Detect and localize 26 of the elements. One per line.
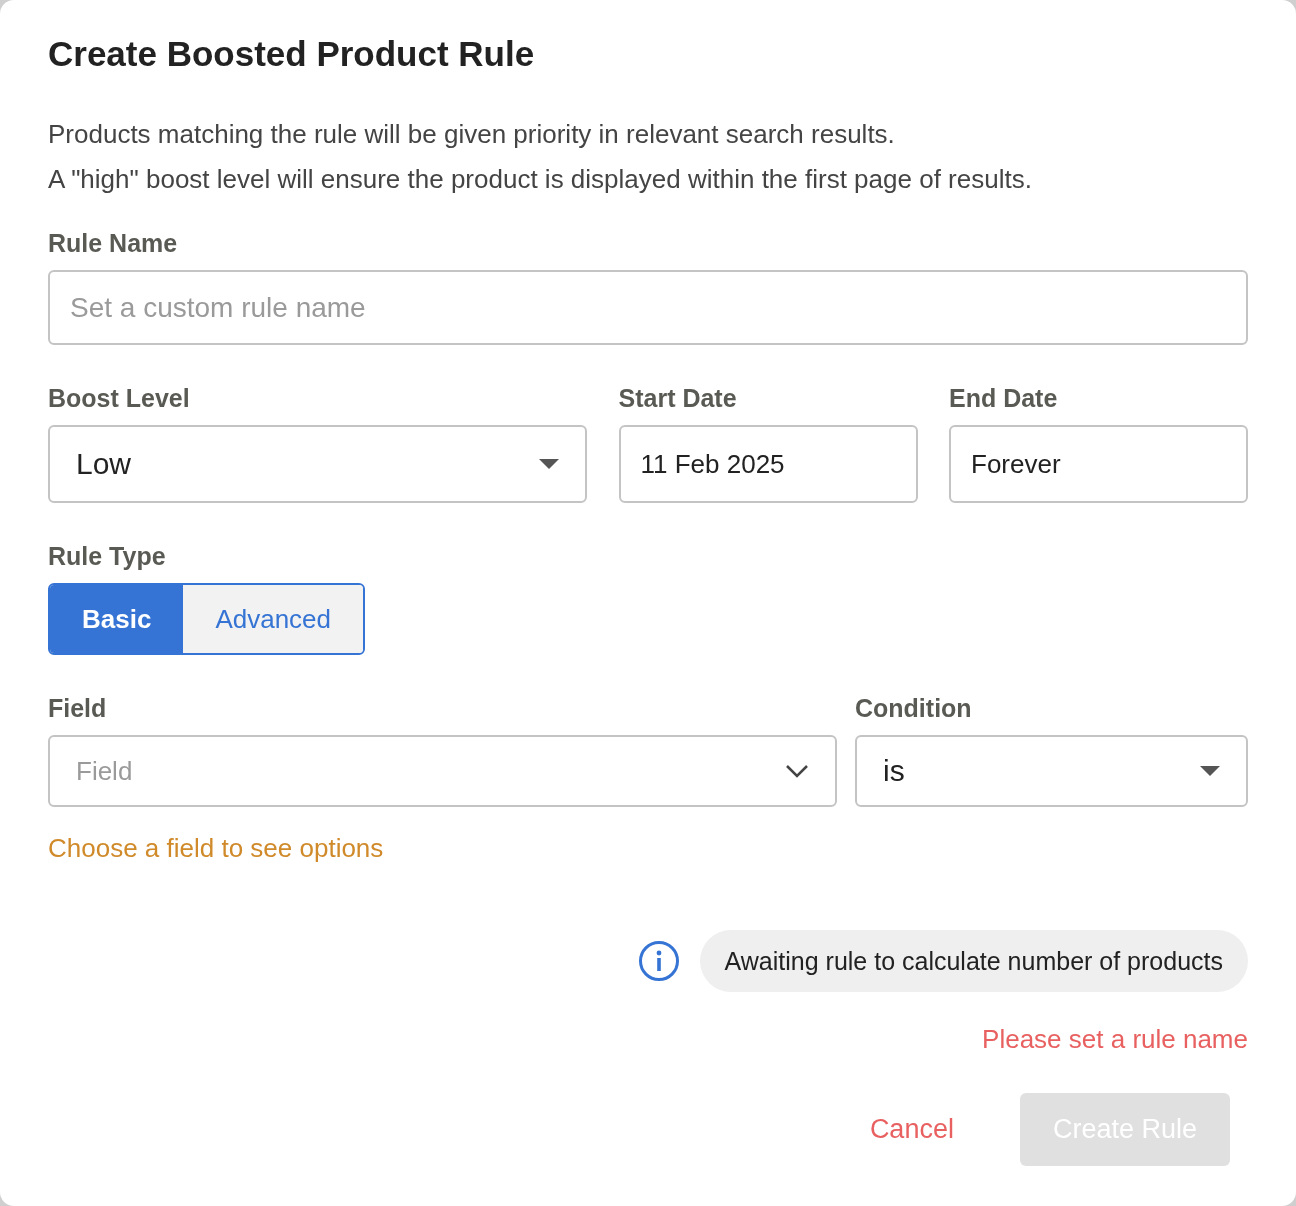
chevron-down-icon: [785, 764, 809, 778]
dropdown-icon: [1200, 766, 1220, 776]
info-icon: [637, 940, 680, 982]
field-label: Field: [48, 693, 108, 723]
dialog-title: Create Boosted Product Rule: [48, 33, 536, 75]
field-label: Start Date: [618, 383, 738, 413]
field-select[interactable]: Field: [48, 735, 837, 807]
field-label: Rule Type: [48, 541, 167, 571]
info-message: Awaiting rule to calculate number of products: [699, 930, 1248, 992]
dropdown-icon: [539, 459, 559, 469]
condition-select[interactable]: is: [855, 735, 1248, 807]
field-label: Condition: [855, 693, 973, 723]
description-text: Products matching the rule will be given priority in relevant search results.: [48, 118, 896, 151]
boost-level-select[interactable]: Low: [48, 425, 587, 503]
field-label: End Date: [949, 383, 1059, 413]
error-message: Please set a rule name: [981, 1024, 1248, 1055]
rule-type-tab[interactable]: Basic: [50, 585, 184, 653]
field-label: Rule Name: [48, 228, 179, 258]
hint-text: Choose a field to see options: [48, 833, 385, 864]
field-label: Boost Level: [48, 383, 191, 413]
rule-type-tab[interactable]: Advanced: [183, 585, 364, 653]
description-text: A "high" boost level will ensure the product is displayed within the first page of results.: [48, 163, 1033, 196]
start-date-field[interactable]: 11 Feb 2025: [618, 425, 918, 503]
cancel-button[interactable]: Cancel: [869, 1114, 954, 1145]
rule-name-input[interactable]: Set a custom rule name: [48, 270, 1248, 345]
end-date-field[interactable]: Forever: [949, 425, 1248, 503]
